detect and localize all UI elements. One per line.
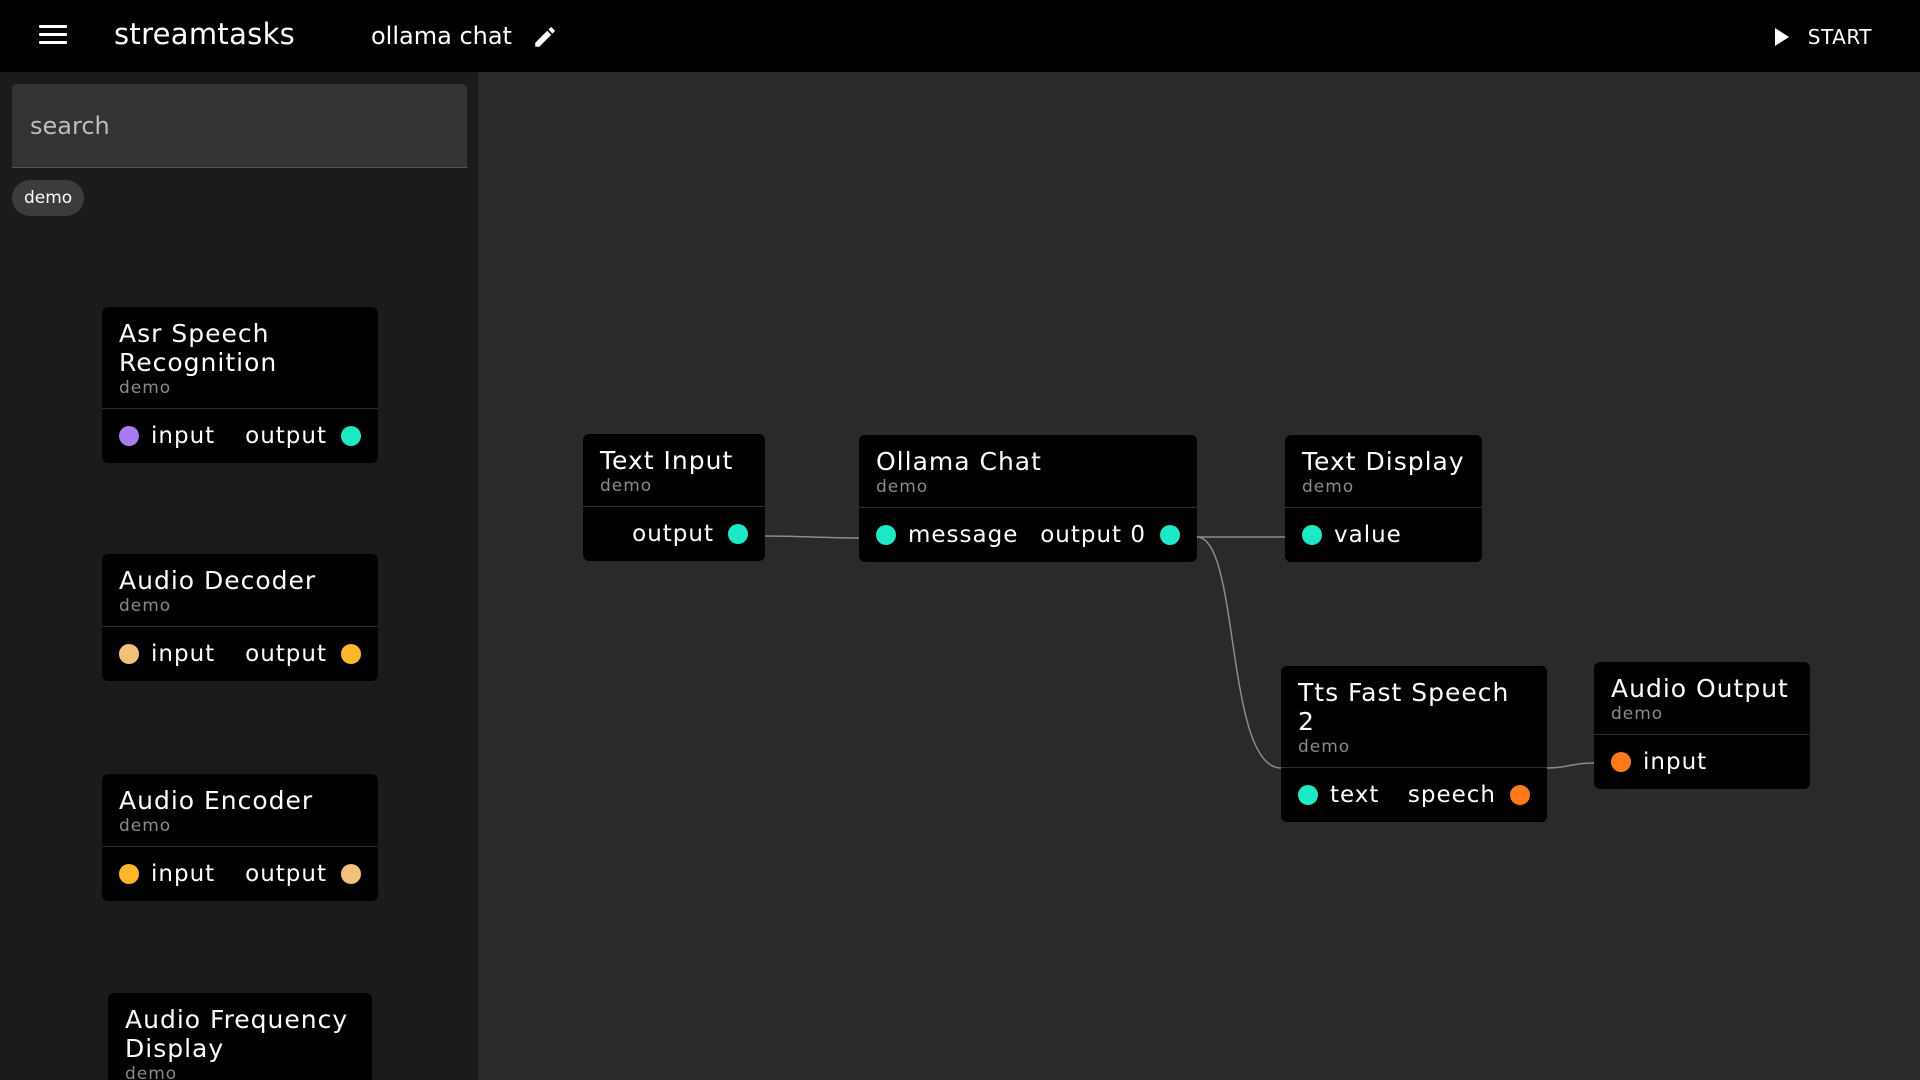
input-port[interactable]: value	[1302, 522, 1402, 548]
node-audio-output[interactable]: Audio Output demo input	[1594, 662, 1810, 789]
port-label: output 0	[1040, 522, 1146, 548]
output-port[interactable]: output	[245, 423, 361, 449]
port-label: message	[908, 522, 1019, 548]
input-port[interactable]: input	[119, 423, 215, 449]
input-port[interactable]: message	[876, 522, 1018, 548]
port-label: output	[245, 861, 327, 887]
play-icon	[1774, 28, 1789, 46]
node-text-display[interactable]: Text Display demo value	[1285, 435, 1482, 562]
port-label: value	[1334, 522, 1402, 548]
port-dot	[341, 864, 361, 884]
port-dot	[119, 644, 139, 664]
port-dot	[119, 426, 139, 446]
node-category: demo	[1298, 737, 1351, 757]
port-dot	[728, 524, 748, 544]
node-category: demo	[119, 378, 172, 398]
library-item-audio-decoder[interactable]: Audio Decoder demo input output	[102, 554, 378, 681]
port-dot	[1160, 525, 1180, 545]
input-port[interactable]: input	[1611, 749, 1707, 775]
task-library-sidebar: demo Asr Speech Recognition demo input o…	[0, 72, 478, 1080]
pencil-icon[interactable]	[532, 24, 558, 50]
top-app-bar: streamtasks ollama chat START	[0, 0, 1920, 72]
start-button[interactable]: START	[1774, 20, 1872, 54]
filter-chip-demo[interactable]: demo	[12, 180, 85, 216]
node-title: Text Display	[1302, 447, 1465, 476]
hamburger-menu-icon[interactable]	[39, 25, 69, 47]
port-label: input	[151, 641, 216, 667]
input-port[interactable]: input	[119, 861, 215, 887]
port-dot	[341, 426, 361, 446]
output-port[interactable]: speech	[1408, 782, 1530, 808]
node-category: demo	[119, 596, 172, 616]
app-brand: streamtasks	[114, 17, 296, 51]
node-title: Asr Speech Recognition	[119, 319, 278, 377]
node-title: Text Input	[600, 446, 734, 475]
port-label: output	[245, 641, 327, 667]
search-input[interactable]	[12, 84, 467, 168]
port-dot	[1611, 752, 1631, 772]
library-item-audio-frequency-display[interactable]: Audio Frequency Display demo	[108, 993, 372, 1080]
port-label: input	[151, 861, 216, 887]
output-port[interactable]: output	[245, 641, 361, 667]
flow-canvas[interactable]	[478, 72, 1920, 1080]
library-item-asr-speech-recognition[interactable]: Asr Speech Recognition demo input output	[102, 307, 378, 463]
node-title: Audio Encoder	[119, 786, 314, 815]
node-title: Tts Fast Speech 2	[1298, 678, 1510, 736]
port-dot	[341, 644, 361, 664]
port-dot	[1298, 785, 1318, 805]
port-label: input	[1643, 749, 1708, 775]
output-port[interactable]: output	[245, 861, 361, 887]
node-title: Audio Decoder	[119, 566, 317, 595]
node-title: Audio Frequency Display	[125, 1005, 349, 1063]
flow-title[interactable]: ollama chat	[371, 22, 512, 50]
port-dot	[876, 525, 896, 545]
node-category: demo	[1611, 704, 1664, 724]
output-port[interactable]: output	[632, 521, 748, 547]
port-label: speech	[1407, 782, 1496, 808]
port-label: output	[632, 521, 714, 547]
port-label: input	[151, 423, 216, 449]
node-title: Audio Output	[1611, 674, 1789, 703]
port-label: text	[1330, 782, 1380, 808]
node-text-input[interactable]: Text Input demo output	[583, 434, 765, 561]
output-port[interactable]: output 0	[1040, 522, 1180, 548]
node-category: demo	[1302, 477, 1355, 497]
node-ollama-chat[interactable]: Ollama Chat demo message output 0	[859, 435, 1197, 562]
input-port[interactable]: input	[119, 641, 215, 667]
start-label: START	[1807, 25, 1872, 49]
library-item-audio-encoder[interactable]: Audio Encoder demo input output	[102, 774, 378, 901]
port-dot	[119, 864, 139, 884]
node-category: demo	[600, 476, 653, 496]
node-category: demo	[876, 477, 929, 497]
node-tts-fast-speech-2[interactable]: Tts Fast Speech 2 demo text speech	[1281, 666, 1547, 822]
input-port[interactable]: text	[1298, 782, 1379, 808]
port-dot	[1510, 785, 1530, 805]
port-label: output	[245, 423, 327, 449]
node-category: demo	[119, 816, 172, 836]
node-title: Ollama Chat	[876, 447, 1042, 476]
node-category: demo	[125, 1064, 178, 1080]
port-dot	[1302, 525, 1322, 545]
